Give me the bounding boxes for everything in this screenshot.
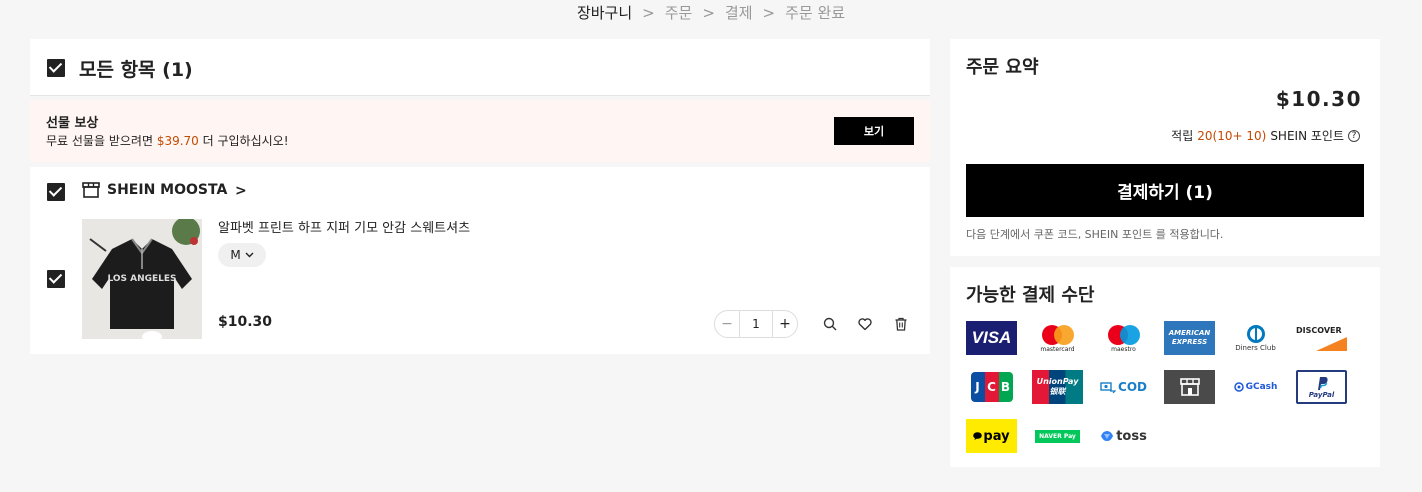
- jcb-icon: J C B: [966, 370, 1017, 404]
- search-similar-icon[interactable]: [822, 316, 838, 332]
- store-pickup-icon: [1164, 370, 1215, 404]
- gcash-icon: GCash: [1230, 370, 1281, 404]
- maestro-icon: maestro: [1098, 321, 1149, 355]
- gift-description: 무료 선물을 받으려면 $39.70 더 구입하십시오!: [46, 132, 289, 149]
- checkout-button[interactable]: 결제하기 (1): [966, 164, 1364, 217]
- unionpay-icon: UnionPay 银联: [1032, 370, 1083, 404]
- summary-total: $10.30: [1275, 87, 1362, 111]
- summary-title: 주문 요약: [966, 57, 1039, 78]
- item-checkbox[interactable]: [47, 270, 65, 288]
- naverpay-label: NAVER Pay: [1036, 430, 1079, 442]
- store-name-link[interactable]: SHEIN MOOSTA: [107, 182, 227, 198]
- product-image[interactable]: LOS ANGELES: [82, 219, 202, 339]
- points-suffix: SHEIN 포인트: [1270, 129, 1344, 143]
- cod-label: COD: [1118, 380, 1147, 394]
- breadcrumb-cart: 장바구니: [576, 4, 633, 22]
- quantity-stepper: − 1 +: [714, 310, 798, 338]
- help-icon[interactable]: ?: [1348, 129, 1360, 142]
- quantity-input[interactable]: 1: [739, 311, 773, 337]
- gift-reward-banner: 선물 보상 무료 선물을 받으려면 $39.70 더 구입하십시오! 보기: [30, 100, 930, 162]
- summary-note: 다음 단계에서 쿠폰 코드, SHEIN 포인트 를 적용합니다.: [966, 228, 1224, 241]
- toss-label: toss: [1116, 428, 1147, 444]
- svg-text:LOS ANGELES: LOS ANGELES: [107, 274, 176, 284]
- cod-icon: COD: [1098, 370, 1149, 404]
- breadcrumb-order: 주문: [664, 4, 693, 22]
- gift-title: 선물 보상: [46, 116, 99, 131]
- kakaopay-label: pay: [983, 428, 1010, 444]
- gcash-label: GCash: [1245, 382, 1278, 392]
- mastercard-label: mastercard: [1040, 345, 1075, 353]
- kakaopay-icon: pay: [966, 419, 1017, 453]
- product-name-link[interactable]: 알파벳 프린트 하프 지퍼 기모 안감 스웨트셔츠: [218, 217, 470, 236]
- points-value: 20(10+ 10): [1197, 128, 1267, 143]
- naverpay-icon: NAVER Pay: [1032, 419, 1083, 453]
- gift-view-button[interactable]: 보기: [834, 117, 914, 145]
- gift-desc-suffix: 더 구입하십시오!: [198, 134, 289, 148]
- store-checkbox[interactable]: [47, 183, 65, 201]
- quantity-increase-button[interactable]: +: [773, 316, 797, 332]
- paypal-icon: PayPal: [1296, 370, 1347, 404]
- select-all-checkbox[interactable]: [47, 59, 65, 77]
- payments-title: 가능한 결제 수단: [966, 285, 1095, 306]
- trash-icon[interactable]: [893, 316, 909, 332]
- visa-icon: VISA: [966, 321, 1017, 355]
- size-value: M: [230, 248, 241, 262]
- diners-club-label: Diners Club: [1235, 344, 1276, 352]
- breadcrumb-separator: >: [642, 4, 655, 22]
- breadcrumb-payment: 결제: [724, 4, 753, 22]
- discover-label: DISCOVER: [1296, 325, 1342, 335]
- store-icon: [82, 182, 100, 198]
- chevron-down-icon: [245, 252, 254, 258]
- chevron-right-icon[interactable]: >: [235, 183, 247, 199]
- gift-amount: $39.70: [156, 134, 199, 148]
- heart-icon[interactable]: [857, 316, 873, 332]
- discover-icon: DISCOVER: [1296, 321, 1347, 355]
- maestro-label: maestro: [1111, 345, 1136, 353]
- breadcrumb-separator: >: [702, 4, 715, 22]
- cart-items-card: SHEIN MOOSTA > LOS ANGELES 알파벳 프린트 하프 지퍼…: [30, 167, 930, 354]
- select-all-header: 모든 항목 (1): [30, 39, 930, 96]
- item-price: $10.30: [218, 314, 273, 330]
- paypal-label: PayPal: [1308, 390, 1335, 399]
- toss-icon: toss: [1098, 419, 1149, 453]
- points-info: 적립 20(10+ 10) SHEIN 포인트 ?: [1171, 127, 1360, 144]
- amex-icon: AMERICAN EXPRESS: [1164, 321, 1215, 355]
- diners-club-icon: Diners Club: [1230, 321, 1281, 355]
- gift-desc-prefix: 무료 선물을 받으려면: [46, 134, 157, 148]
- breadcrumb-complete: 주문 완료: [785, 4, 846, 22]
- order-summary: 주문 요약 $10.30 적립 20(10+ 10) SHEIN 포인트 ? 결…: [950, 39, 1380, 256]
- breadcrumb: 장바구니 > 주문 > 결제 > 주문 완료: [0, 2, 1422, 23]
- select-all-label: 모든 항목 (1): [79, 59, 193, 81]
- mastercard-icon: mastercard: [1032, 321, 1083, 355]
- points-prefix: 적립: [1171, 129, 1194, 143]
- payment-methods: 가능한 결제 수단 VISA mastercard maestro AMERIC…: [950, 267, 1380, 467]
- breadcrumb-separator: >: [762, 4, 776, 22]
- size-selector[interactable]: M: [218, 243, 266, 267]
- quantity-decrease-button[interactable]: −: [715, 316, 739, 332]
